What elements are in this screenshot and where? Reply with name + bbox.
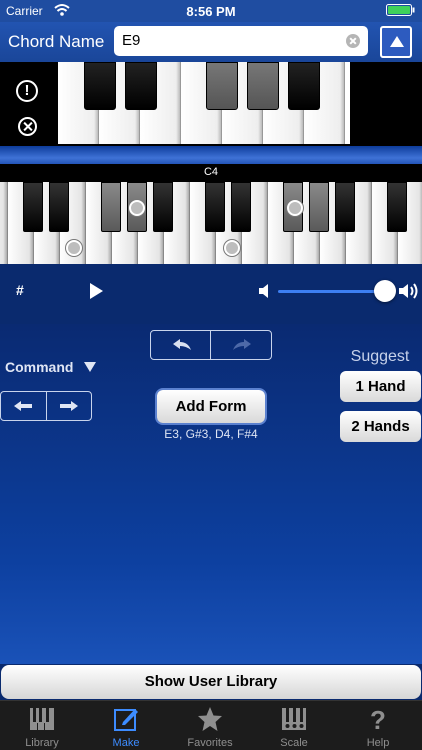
- note-marker: [129, 200, 145, 216]
- star-icon: [198, 707, 222, 731]
- tab-label: Library: [25, 737, 59, 749]
- black-key[interactable]: [101, 182, 121, 232]
- divider: [46, 391, 47, 421]
- black-key[interactable]: [49, 182, 69, 232]
- speaker-high-icon: [399, 283, 418, 299]
- black-key[interactable]: [205, 182, 225, 232]
- white-key[interactable]: [0, 182, 8, 264]
- redo-icon[interactable]: [232, 338, 252, 352]
- exclamation-icon[interactable]: !: [16, 80, 38, 102]
- chord-name-field[interactable]: [114, 26, 368, 56]
- mini-black-key: [84, 62, 116, 110]
- clear-icon[interactable]: [346, 34, 360, 48]
- help-icon: ?: [370, 706, 386, 732]
- black-key[interactable]: [153, 182, 173, 232]
- form-notes-text: E3, G#3, D4, F#4: [164, 427, 258, 441]
- tab-make[interactable]: Make: [84, 700, 168, 750]
- clock: 8:56 PM: [186, 4, 236, 19]
- scale-icon: [282, 708, 306, 730]
- triangle-down-icon[interactable]: [84, 362, 96, 372]
- triangle-up-icon: [390, 36, 404, 47]
- undo-redo-group: [150, 330, 272, 360]
- divider: [210, 330, 211, 360]
- chord-name-input[interactable]: [122, 32, 342, 49]
- chord-name-label: Chord Name: [8, 32, 105, 51]
- tab-label: Favorites: [187, 737, 233, 749]
- black-key[interactable]: [335, 182, 355, 232]
- speaker-low-icon: [259, 284, 268, 298]
- undo-icon[interactable]: [172, 338, 192, 352]
- library-icon: [30, 708, 54, 730]
- black-key[interactable]: [387, 182, 407, 232]
- battery-icon: [386, 4, 415, 16]
- svg-text:?: ?: [370, 706, 386, 732]
- sharp-toggle-button[interactable]: #: [16, 282, 24, 298]
- mini-black-key: [247, 62, 279, 110]
- mini-black-key: [206, 62, 238, 110]
- volume-slider-thumb[interactable]: [374, 280, 396, 302]
- black-key[interactable]: [231, 182, 251, 232]
- note-marker: [287, 200, 303, 216]
- tab-help[interactable]: ? Help: [336, 700, 420, 750]
- tab-label: Make: [112, 737, 140, 749]
- note-marker: [224, 240, 240, 256]
- divider-band: [0, 146, 422, 166]
- close-icon[interactable]: [18, 117, 37, 136]
- add-form-button[interactable]: Add Form: [157, 390, 265, 423]
- nav-bar: Chord Name: [0, 22, 422, 62]
- black-key[interactable]: [23, 182, 43, 232]
- tab-favorites[interactable]: Favorites: [168, 700, 252, 750]
- tab-scale[interactable]: Scale: [252, 700, 336, 750]
- play-icon[interactable]: [90, 283, 103, 299]
- two-hands-button[interactable]: 2 Hands: [340, 411, 421, 442]
- edit-icon: [114, 709, 138, 731]
- arrow-left-icon[interactable]: [14, 401, 32, 411]
- mini-black-key: [125, 62, 157, 110]
- volume-slider-track[interactable]: [278, 290, 384, 293]
- piano-keyboard[interactable]: [0, 182, 422, 264]
- tab-library[interactable]: Library: [0, 700, 84, 750]
- show-user-library-button[interactable]: Show User Library: [1, 665, 421, 699]
- black-key[interactable]: [309, 182, 329, 232]
- mini-keyboard: [58, 62, 350, 144]
- mini-black-key: [288, 62, 320, 110]
- note-marker: [66, 240, 82, 256]
- tab-label: Help: [366, 737, 390, 749]
- expand-up-button[interactable]: [380, 26, 412, 58]
- one-hand-button[interactable]: 1 Hand: [340, 371, 421, 402]
- command-menu-label[interactable]: Command: [5, 359, 73, 375]
- tab-label: Scale: [280, 737, 308, 749]
- suggest-label: Suggest: [350, 348, 410, 365]
- arrow-right-icon[interactable]: [60, 401, 78, 411]
- octave-label: C4: [203, 166, 219, 178]
